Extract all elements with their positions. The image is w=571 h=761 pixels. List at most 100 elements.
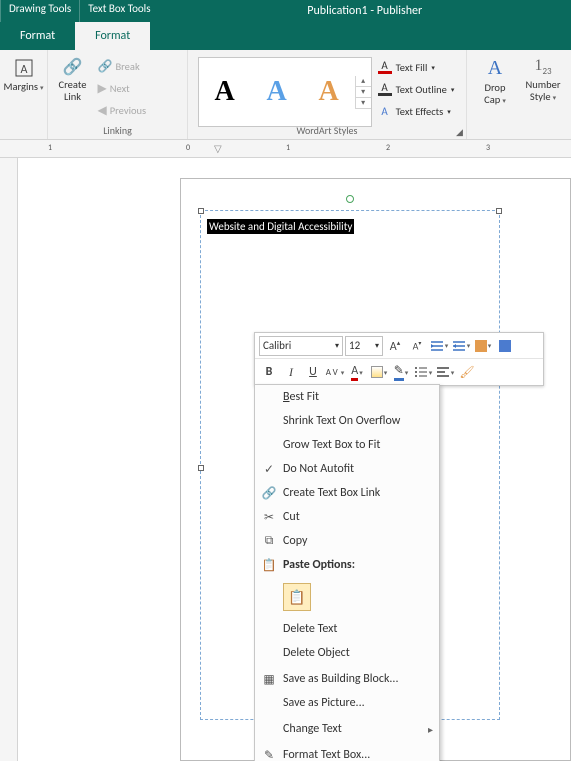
margins-button[interactable]: A Margins (0, 53, 48, 123)
font-size-combo[interactable]: 12▾ (345, 336, 383, 356)
rotate-handle[interactable] (346, 195, 354, 203)
text-outline-icon: A (378, 82, 392, 96)
drop-cap-icon: A (488, 57, 502, 80)
next-icon: ▶ (98, 81, 107, 96)
wordart-style-3[interactable]: A (303, 58, 355, 126)
menu-create-text-box-link[interactable]: 🔗Create Text Box Link (255, 481, 439, 505)
grow-font-icon: A▴ (390, 338, 400, 354)
next-link-button[interactable]: ▶Next (98, 77, 186, 99)
group-label-wordart: WordArt Styles (188, 124, 466, 137)
align-button[interactable] (435, 362, 455, 382)
group-margins: A Margins (0, 50, 48, 139)
object-properties-button[interactable] (495, 336, 515, 356)
link-icon: 🔗 (255, 486, 283, 501)
svg-text:A: A (20, 63, 27, 77)
ruler-vertical[interactable] (0, 158, 18, 761)
font-color-button[interactable]: A (347, 362, 367, 382)
wordart-style-2[interactable]: A (251, 58, 303, 126)
group-label-linking: Linking (48, 124, 187, 137)
bold-button[interactable]: B (259, 362, 279, 382)
indent-marker[interactable]: ▽ (214, 142, 222, 155)
ruler-tick-label: 0 (186, 143, 190, 153)
menu-format-text-box[interactable]: ✎Format Text Box... (255, 743, 439, 761)
font-color-icon: A (351, 364, 358, 381)
wordart-style-1[interactable]: A (199, 58, 251, 126)
ruler-horizontal[interactable]: 1 0 1 2 3 ▽ (0, 140, 571, 158)
menu-copy[interactable]: ⧉Copy (255, 529, 439, 553)
group-dialog-launcher[interactable]: ◢ (456, 127, 464, 135)
link-icon: 🔗 (63, 57, 83, 77)
paste-options-strip: 📋 (255, 577, 439, 617)
context-menu: BBest Fitest Fit Shrink Text On Overflow… (254, 384, 440, 761)
menu-best-fit[interactable]: BBest Fitest Fit (255, 385, 439, 409)
ruler-tick-label: 2 (386, 143, 390, 153)
previous-link-button[interactable]: ◀Previous (98, 99, 186, 121)
title-bar: Drawing Tools Text Box Tools Publication… (0, 0, 571, 22)
decrease-indent-button[interactable] (429, 336, 449, 356)
wordart-gallery[interactable]: A A A ▴▾▾ (198, 57, 372, 127)
ribbon: A Margins 🔗 Create Link 🔗Break ▶Next ◀Pr… (0, 50, 571, 140)
selected-text[interactable]: Website and Digital Accessibility (207, 219, 354, 234)
tab-drawing-format[interactable]: Format (0, 22, 75, 50)
break-icon: 🔗 (98, 59, 113, 74)
menu-grow-textbox[interactable]: Grow Text Box to Fit (255, 433, 439, 457)
grow-font-button[interactable]: A▴ (385, 336, 405, 356)
gallery-spinner[interactable]: ▴▾▾ (355, 76, 371, 109)
resize-handle-nw[interactable] (198, 208, 204, 214)
menu-save-as-picture[interactable]: Save as Picture... (255, 691, 439, 715)
mini-toolbar: Calibri▾ 12▾ A▴ A▾ B I U AV A ✎ 🖌 (254, 332, 544, 386)
italic-button[interactable]: I (281, 362, 301, 382)
styles-icon (475, 340, 487, 352)
scissors-icon: ✂ (255, 510, 283, 525)
increase-indent-button[interactable] (451, 336, 471, 356)
char-spacing-icon: AV (326, 367, 340, 378)
menu-do-not-autofit[interactable]: ✓Do Not Autofit (255, 457, 439, 481)
context-tab-group-textbox: Text Box Tools (79, 0, 158, 22)
underline-button[interactable]: U (303, 362, 323, 382)
char-spacing-button[interactable]: AV (325, 362, 345, 382)
pencil-icon: ✎ (394, 363, 404, 381)
chevron-down-icon: ▾ (447, 107, 451, 116)
previous-icon: ◀ (98, 103, 107, 118)
bullets-icon (414, 365, 428, 379)
highlight-button[interactable] (369, 362, 389, 382)
shape-fill-button[interactable]: ✎ (391, 362, 411, 382)
menu-delete-object[interactable]: Delete Object (255, 641, 439, 665)
app-title: Publication1 - Publisher (159, 4, 571, 18)
clipboard-icon: 📋 (288, 589, 305, 606)
ribbon-tabs: Format Format (0, 22, 571, 50)
shrink-font-button[interactable]: A▾ (407, 336, 427, 356)
bullets-button[interactable] (413, 362, 433, 382)
highlight-icon (371, 366, 383, 378)
paste-option-keep-source[interactable]: 📋 (283, 583, 311, 611)
ruler-tick-label: 1 (286, 143, 290, 153)
drop-cap-button[interactable]: A Drop Cap (471, 53, 519, 123)
text-effects-button[interactable]: AText Effects▾ (378, 101, 455, 121)
format-icon: ✎ (255, 748, 283, 761)
decrease-indent-icon (430, 339, 444, 353)
text-outline-button[interactable]: AText Outline▾ (378, 79, 455, 99)
menu-cut[interactable]: ✂Cut (255, 505, 439, 529)
tab-textbox-format[interactable]: Format (75, 22, 150, 50)
number-style-button[interactable]: 123 Number Style (519, 53, 567, 123)
menu-save-building-block[interactable]: ▦Save as Building Block... (255, 667, 439, 691)
break-link-button[interactable]: 🔗Break (98, 55, 186, 77)
align-icon (436, 365, 450, 379)
resize-handle-ne[interactable] (496, 208, 502, 214)
resize-handle-w[interactable] (198, 465, 204, 471)
text-fill-button[interactable]: AText Fill▾ (378, 57, 455, 77)
menu-delete-text[interactable]: Delete Text (255, 617, 439, 641)
font-name-combo[interactable]: Calibri▾ (259, 336, 343, 356)
group-wordart-styles: A A A ▴▾▾ AText Fill▾ AText Outline▾ ATe… (188, 50, 467, 139)
number-style-icon: 123 (534, 57, 551, 77)
chevron-down-icon: ▾ (335, 341, 339, 351)
text-fill-icon: A (378, 60, 392, 74)
shrink-font-icon: A▾ (413, 339, 422, 352)
workspace: Website and Digital Accessibility Calibr… (0, 158, 571, 761)
create-link-button[interactable]: 🔗 Create Link (50, 53, 96, 123)
check-icon: ✓ (255, 462, 283, 477)
menu-change-text[interactable]: Change Text (255, 717, 439, 741)
format-painter-button[interactable]: 🖌 (457, 362, 477, 382)
menu-shrink-overflow[interactable]: Shrink Text On Overflow (255, 409, 439, 433)
styles-pane-button[interactable] (473, 336, 493, 356)
